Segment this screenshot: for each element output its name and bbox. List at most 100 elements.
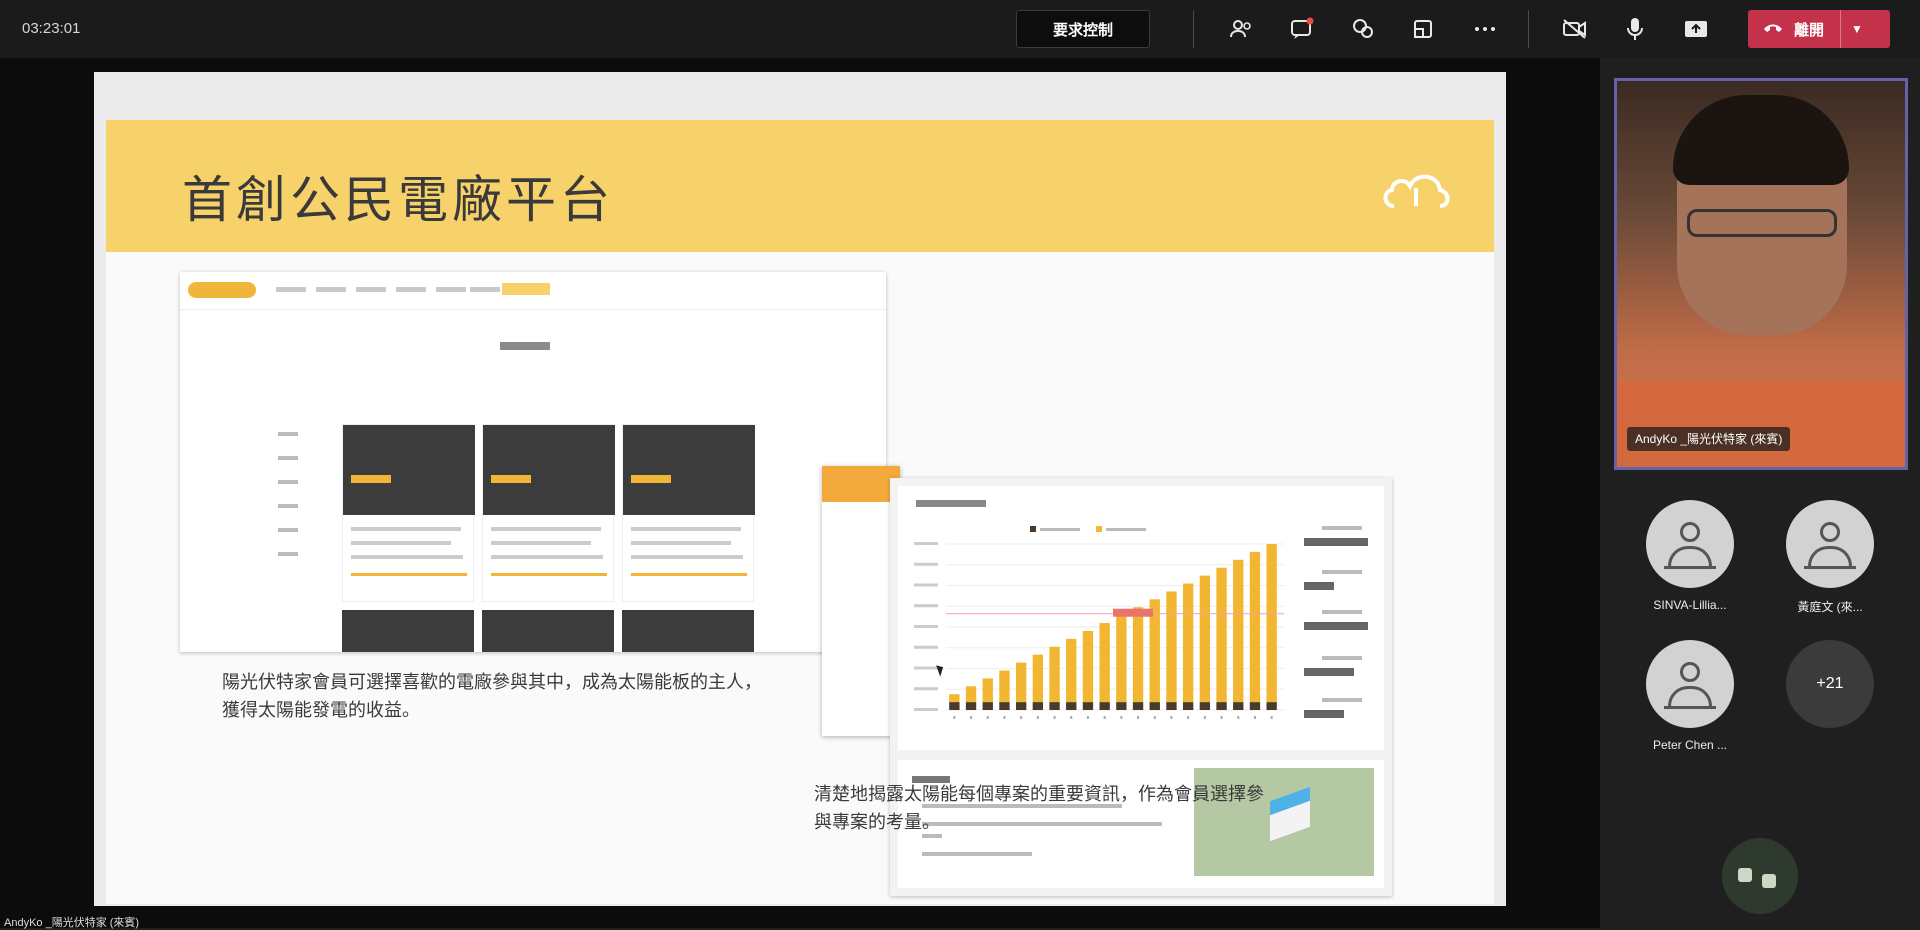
chart-bar-base — [1032, 702, 1044, 710]
sunny-logo-icon — [1383, 174, 1450, 208]
participants-panel: AndyKo _陽光伏特家 (來賓) SINVA-Lillia... 黃庭文 (… — [1600, 58, 1920, 928]
self-video[interactable] — [1722, 838, 1798, 914]
chart-x-tick — [1170, 716, 1173, 719]
chart-bar-base — [1249, 702, 1261, 710]
chart-x-tick — [1203, 716, 1206, 719]
chat-icon[interactable] — [1287, 14, 1317, 44]
chart-bar-base — [1015, 702, 1027, 710]
more-icon[interactable] — [1470, 14, 1500, 44]
slide-title: 首創公民電廠平台 — [182, 172, 614, 228]
chart-y-tick — [914, 708, 938, 711]
chart-bar — [1099, 623, 1110, 703]
chart-x-tick — [953, 716, 956, 719]
chart-bar-base — [1199, 702, 1211, 710]
chart-bar-base — [1082, 702, 1094, 710]
project-card — [482, 610, 614, 652]
rooms-icon[interactable] — [1408, 14, 1438, 44]
project-list-screenshot — [180, 272, 886, 652]
slide: 首創公民電廠平台 陽光伏特家會員可選擇喜歡的電廠參與其中，成為太陽能板的主人，獲… — [106, 120, 1494, 904]
participant-name: 黃庭文 (來... — [1797, 600, 1863, 614]
chart-reference-label — [1113, 608, 1153, 617]
chart-x-tick — [1086, 716, 1089, 719]
chart-bar — [1082, 630, 1094, 703]
more-participants-count: +21 — [1786, 640, 1874, 728]
chart-y-tick — [914, 604, 938, 608]
chart-bar — [982, 678, 993, 703]
project-card — [482, 424, 615, 602]
chart-bar — [1199, 575, 1211, 703]
chart-x-tick — [1153, 716, 1156, 719]
chart-y-tick — [914, 583, 938, 587]
presenter-video[interactable]: AndyKo _陽光伏特家 (來賓) — [1614, 78, 1908, 470]
chart-bar — [1166, 591, 1177, 703]
chart-bar-base — [949, 702, 960, 710]
chart-bar — [1249, 551, 1261, 703]
participant-tile[interactable]: SINVA-Lillia... — [1630, 500, 1750, 612]
more-participants[interactable]: +21 — [1770, 640, 1890, 728]
chevron-down-icon[interactable]: ▼ — [1851, 22, 1863, 36]
chart-bar-base — [965, 702, 977, 710]
chart-x-tick — [1237, 716, 1240, 719]
chart-x-tick — [986, 716, 989, 719]
chart-y-tick — [914, 562, 938, 566]
nav-highlight — [502, 283, 550, 295]
participant-name: Peter Chen ... — [1652, 738, 1728, 752]
leave-divider — [1840, 10, 1842, 48]
camera-off-icon[interactable] — [1560, 14, 1590, 44]
share-icon[interactable] — [1681, 14, 1711, 44]
chart-legend-swatch — [1030, 526, 1036, 532]
chart-bar-base — [1116, 702, 1127, 710]
toolbar-divider — [1528, 10, 1529, 48]
site-nav — [180, 272, 886, 310]
chart-x-tick — [1120, 716, 1123, 719]
chart-x-tick — [1003, 716, 1006, 719]
chart-x-tick — [1020, 716, 1023, 719]
avatar — [1646, 640, 1734, 728]
chart-bar-base — [1182, 702, 1194, 710]
request-control-button[interactable]: 要求控制 — [1016, 10, 1150, 48]
meeting-toolbar: 03:23:01 要求控制 離開 ▼ — [0, 0, 1920, 58]
chart-bar — [965, 686, 977, 703]
chart-x-tick — [1187, 716, 1190, 719]
chart-bar — [1216, 567, 1227, 703]
chart-legend-text — [1040, 528, 1080, 531]
slide-header: 首創公民電廠平台 — [106, 120, 1494, 252]
leave-button[interactable]: 離開 ▼ — [1748, 10, 1890, 48]
reactions-icon[interactable] — [1348, 14, 1378, 44]
people-icon[interactable] — [1226, 14, 1256, 44]
chart-y-tick — [914, 687, 938, 691]
chart-bar-base — [1233, 702, 1244, 710]
chart-bar — [949, 694, 960, 703]
presenter-video-label: AndyKo _陽光伏特家 (來賓) — [1627, 427, 1791, 451]
chart-bar — [1266, 544, 1277, 703]
toolbar-divider — [1193, 10, 1194, 48]
chart-bar-base — [1066, 702, 1077, 710]
participant-tile[interactable]: Peter Chen ... — [1630, 640, 1750, 752]
chart-bar — [1049, 646, 1060, 703]
chart-y-tick — [914, 645, 938, 649]
chart-x-tick — [1053, 716, 1056, 719]
chart-bar — [1182, 583, 1194, 703]
chart-bar-base — [1099, 702, 1110, 710]
chart-x-tick — [1220, 716, 1223, 719]
chart-bar-base — [1166, 702, 1177, 710]
project-card — [622, 610, 754, 652]
chart-y-tick — [914, 666, 938, 670]
chart-bar-base — [1216, 702, 1227, 710]
chart-y-tick — [914, 542, 938, 545]
project-popup — [822, 466, 900, 736]
chart-x-tick — [1103, 716, 1106, 719]
chart-bar — [1233, 559, 1244, 703]
chart-bar-base — [982, 702, 993, 710]
chart-bar — [1015, 662, 1027, 703]
avatar — [1646, 500, 1734, 588]
mic-icon[interactable] — [1620, 14, 1650, 44]
meeting-timer: 03:23:01 — [22, 20, 81, 37]
chart-x-tick — [1253, 716, 1256, 719]
participant-tile[interactable]: 黃庭文 (來... — [1770, 500, 1890, 615]
chart-y-tick — [914, 625, 938, 628]
revenue-bar-chart — [914, 526, 1284, 719]
leave-label: 離開 — [1794, 21, 1825, 39]
chart-legend-swatch — [1096, 526, 1102, 532]
chart-bar-base — [1149, 702, 1160, 710]
